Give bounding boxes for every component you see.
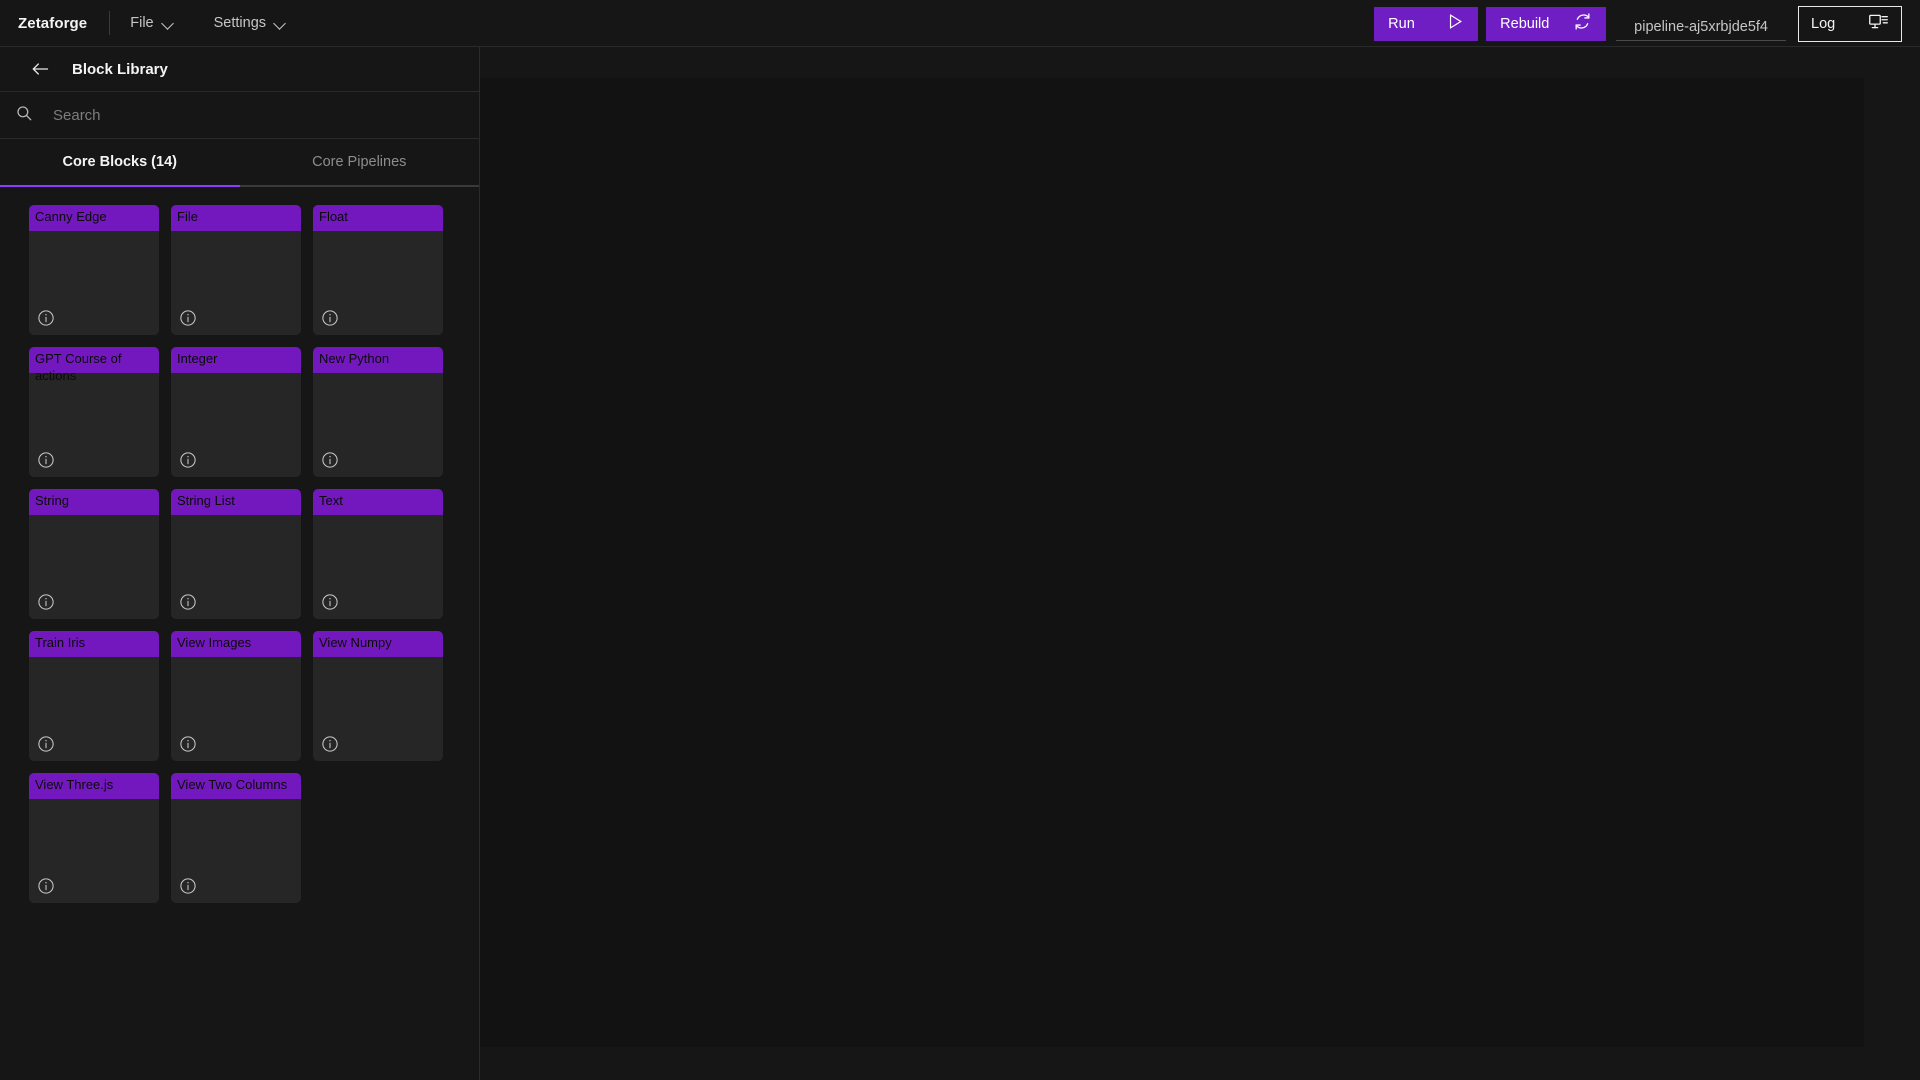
search-icon bbox=[15, 104, 33, 127]
log-button-label: Log bbox=[1811, 15, 1836, 32]
top-toolbar: Zetaforge File Settings Run Rebuild pipe… bbox=[0, 0, 1920, 47]
menu-file[interactable]: File bbox=[110, 0, 193, 47]
block-card-title: Train Iris bbox=[35, 635, 86, 650]
block-card[interactable]: New Python bbox=[313, 347, 443, 477]
block-card-title: View Two Columns bbox=[177, 777, 288, 792]
refresh-icon bbox=[1573, 12, 1592, 35]
arrow-left-icon[interactable] bbox=[30, 59, 50, 79]
block-card[interactable]: View Two Columns bbox=[171, 773, 301, 903]
tab-core-blocks[interactable]: Core Blocks (14) bbox=[0, 139, 240, 187]
info-icon[interactable] bbox=[179, 593, 197, 611]
block-card[interactable]: Text bbox=[313, 489, 443, 619]
block-card-title: Text bbox=[319, 493, 343, 508]
menu-settings[interactable]: Settings bbox=[194, 0, 306, 47]
toolbar-actions: Run Rebuild pipeline-aj5xrbjde5f4 Log bbox=[1374, 0, 1920, 47]
info-icon[interactable] bbox=[37, 877, 55, 895]
block-card[interactable]: Canny Edge bbox=[29, 205, 159, 335]
block-card-title: View Three.js bbox=[35, 777, 114, 792]
block-card[interactable]: Train Iris bbox=[29, 631, 159, 761]
search-input[interactable] bbox=[53, 106, 479, 124]
block-card[interactable]: String List bbox=[171, 489, 301, 619]
info-icon[interactable] bbox=[179, 309, 197, 327]
info-icon[interactable] bbox=[37, 735, 55, 753]
play-icon bbox=[1445, 12, 1464, 35]
block-card[interactable]: GPT Course of actions bbox=[29, 347, 159, 477]
block-card[interactable]: Integer bbox=[171, 347, 301, 477]
monitor-icon bbox=[1868, 11, 1889, 36]
block-card-title: New Python bbox=[319, 351, 390, 366]
info-icon[interactable] bbox=[179, 877, 197, 895]
block-library-sidebar: Block Library Core Blocks (14) Core Pipe… bbox=[0, 47, 480, 1080]
tab-core-blocks-label: Core Blocks (14) bbox=[62, 154, 177, 170]
info-icon[interactable] bbox=[321, 309, 339, 327]
block-card-title: Float bbox=[319, 209, 348, 224]
info-icon[interactable] bbox=[37, 593, 55, 611]
block-card[interactable]: View Images bbox=[171, 631, 301, 761]
block-card[interactable]: Float bbox=[313, 205, 443, 335]
library-header: Block Library bbox=[0, 47, 479, 92]
info-icon[interactable] bbox=[179, 735, 197, 753]
info-icon[interactable] bbox=[321, 735, 339, 753]
menu-settings-label: Settings bbox=[213, 15, 267, 31]
block-card[interactable]: String bbox=[29, 489, 159, 619]
chevron-down-icon bbox=[163, 18, 174, 29]
run-button[interactable]: Run bbox=[1374, 6, 1479, 41]
block-card-title: File bbox=[177, 209, 198, 224]
block-card[interactable]: View Numpy bbox=[313, 631, 443, 761]
info-icon[interactable] bbox=[321, 593, 339, 611]
block-card-title: View Numpy bbox=[319, 635, 392, 650]
log-button[interactable]: Log bbox=[1798, 5, 1902, 42]
block-card-title: String List bbox=[177, 493, 235, 508]
page-title: Block Library bbox=[72, 60, 168, 78]
pipeline-canvas[interactable] bbox=[480, 78, 1864, 1047]
tab-core-pipelines[interactable]: Core Pipelines bbox=[239, 139, 479, 187]
rebuild-button[interactable]: Rebuild bbox=[1486, 6, 1607, 41]
chevron-down-icon bbox=[275, 18, 286, 29]
info-icon[interactable] bbox=[37, 309, 55, 327]
menu-file-label: File bbox=[130, 15, 154, 31]
block-card[interactable]: File bbox=[171, 205, 301, 335]
block-card[interactable]: View Three.js bbox=[29, 773, 159, 903]
app-brand: Zetaforge bbox=[18, 14, 88, 32]
block-card-title: GPT Course of actions bbox=[35, 351, 122, 383]
library-tabs: Core Blocks (14) Core Pipelines bbox=[0, 139, 479, 187]
run-button-label: Run bbox=[1388, 15, 1415, 32]
block-card-title: Canny Edge bbox=[35, 209, 107, 224]
info-icon[interactable] bbox=[179, 451, 197, 469]
block-grid: Canny Edge File Float GPT Course of actions… bbox=[0, 187, 480, 903]
block-card-title: View Images bbox=[177, 635, 252, 650]
info-icon[interactable] bbox=[37, 451, 55, 469]
info-icon[interactable] bbox=[321, 451, 339, 469]
tab-core-pipelines-label: Core Pipelines bbox=[312, 154, 407, 170]
search-row bbox=[0, 92, 479, 139]
block-card-title: Integer bbox=[177, 351, 218, 366]
rebuild-button-label: Rebuild bbox=[1500, 15, 1550, 32]
block-card-title: String bbox=[35, 493, 69, 508]
pipeline-name[interactable]: pipeline-aj5xrbjde5f4 bbox=[1616, 7, 1786, 41]
